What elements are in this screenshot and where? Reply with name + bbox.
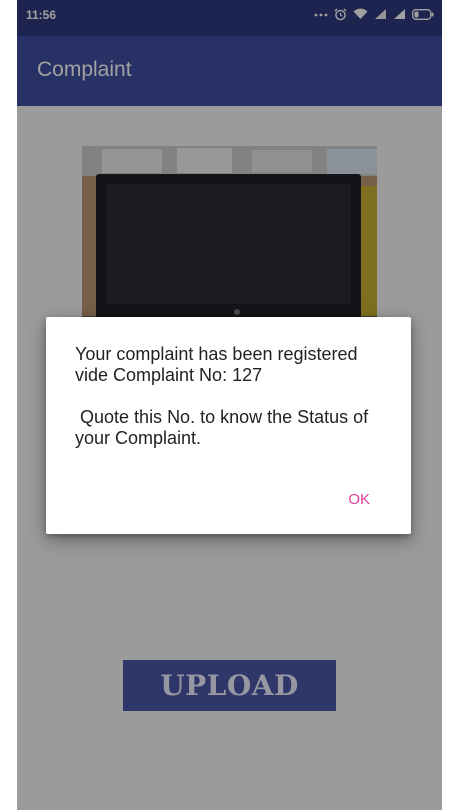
ok-button[interactable]: OK: [348, 491, 370, 508]
complaint-registered-dialog: Your complaint has been registered vide …: [46, 317, 411, 534]
dialog-message: Your complaint has been registered vide …: [75, 344, 369, 448]
phone-screen: 11:56 Complaint UPLOAD Your complaint ha…: [17, 0, 442, 810]
